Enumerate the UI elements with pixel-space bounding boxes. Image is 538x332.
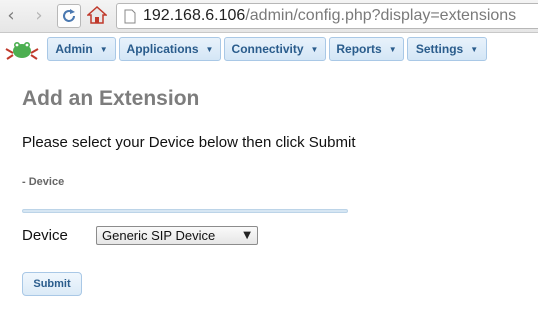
page-icon [124,9,136,24]
back-arrow-icon[interactable]: ‹ [0,4,22,26]
home-icon[interactable] [86,4,108,26]
browser-toolbar: ‹ › 192.168.6.106 /admin/config.php?disp… [0,0,538,33]
caret-down-icon: ▼ [205,44,214,54]
dropdown-arrow-icon: ▼ [243,230,251,241]
caret-down-icon: ▼ [310,44,319,54]
address-bar[interactable]: 192.168.6.106 /admin/config.php?display=… [116,3,538,29]
section-label-device: - Device [22,176,65,188]
reload-icon[interactable] [57,4,81,28]
section-divider [22,209,348,213]
frog-logo-icon[interactable] [4,37,40,61]
menu-applications[interactable]: Applications ▼ [119,37,221,61]
menu-settings-label: Settings [415,42,464,56]
menu-connectivity-label: Connectivity [231,42,304,56]
instructions-text: Please select your Device below then cli… [22,134,356,151]
menu-settings[interactable]: Settings ▼ [407,37,487,61]
url-host: 192.168.6.106 [143,7,246,24]
menu-applications-label: Applications [126,42,199,56]
device-select-value: Generic SIP Device [102,228,216,243]
submit-button[interactable]: Submit [22,272,82,296]
menu-admin-label: Admin [55,42,93,56]
forward-arrow-icon[interactable]: › [28,4,50,26]
device-label: Device [22,227,68,244]
page-title: Add an Extension [22,87,200,110]
menu-admin[interactable]: Admin ▼ [47,37,116,61]
device-select[interactable]: Generic SIP Device ▼ [96,226,258,245]
url-path: /admin/config.php?display=extensions [245,7,517,24]
caret-down-icon: ▼ [99,44,108,54]
app-menu-bar: Admin ▼ Applications ▼ Connectivity ▼ Re… [0,33,538,65]
caret-down-icon: ▼ [470,44,479,54]
menu-reports[interactable]: Reports ▼ [329,37,404,61]
caret-down-icon: ▼ [388,44,397,54]
menu-reports-label: Reports [336,42,382,56]
menu-connectivity[interactable]: Connectivity ▼ [224,37,326,61]
